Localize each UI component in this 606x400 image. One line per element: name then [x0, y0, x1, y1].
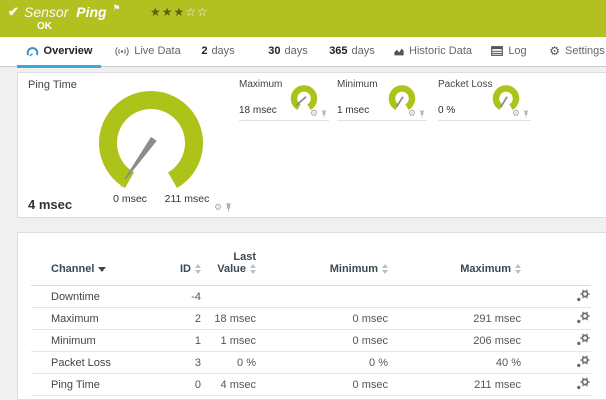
channel-minimum: 0 msec: [256, 374, 388, 396]
flag-icon: ⚑: [112, 3, 120, 13]
mini-gauge-actions: ⚙: [408, 109, 425, 118]
page-title: Sensor Ping ⚑: [24, 3, 121, 20]
channel-table-body: Downtime -4: [31, 286, 591, 396]
bar-chart-icon: [394, 46, 404, 57]
gauge-icon: [26, 46, 39, 57]
table-row: Minimum 1 1 msec 0 msec 206 msec: [31, 330, 591, 352]
priority-stars[interactable]: ★★★☆☆: [150, 5, 209, 19]
tab-365-days[interactable]: 365 days: [322, 37, 382, 65]
channel-id: 0: [161, 374, 201, 396]
column-header-channel[interactable]: Channel: [31, 243, 161, 286]
column-header-actions: [521, 243, 591, 286]
channel-table: Channel ID Last Value Minimum Maximum: [31, 243, 591, 396]
sort-icon: [195, 264, 201, 274]
channel-last-value: 4 msec: [201, 374, 256, 396]
channel-last-value: 0 %: [201, 352, 256, 374]
gauges-panel: Ping Time 0 msec 211 msec 4 msec ⚙ Maxim…: [17, 72, 606, 218]
tab-settings[interactable]: ⚙ Settings: [548, 37, 606, 65]
tab-log[interactable]: Log: [488, 37, 530, 65]
channel-name: Maximum: [31, 308, 161, 330]
tab-live-data[interactable]: Live Data: [112, 37, 184, 65]
tab-bar: Overview Live Data 2 days 30 days 365 da…: [0, 37, 606, 67]
channel-settings-icon[interactable]: [576, 377, 591, 393]
channel-maximum: 40 %: [388, 352, 521, 374]
ping-time-value: 4 msec: [28, 197, 72, 212]
table-row: Packet Loss 3 0 % 0 % 40 %: [31, 352, 591, 374]
gauge-settings-icon[interactable]: ⚙: [408, 109, 416, 118]
channel-id: 2: [161, 308, 201, 330]
channel-maximum: 211 msec: [388, 374, 521, 396]
channel-last-value: [201, 286, 256, 308]
channel-last-value: 18 msec: [201, 308, 256, 330]
pin-icon[interactable]: [225, 203, 232, 212]
table-header-row: Channel ID Last Value Minimum Maximum: [31, 243, 591, 286]
gauge-card-packet-loss: Packet Loss 0 % ⚙: [438, 76, 531, 121]
pin-icon[interactable]: [321, 110, 327, 118]
log-icon: [491, 46, 503, 56]
channel-id: -4: [161, 286, 201, 308]
channel-maximum: 206 msec: [388, 330, 521, 352]
sort-icon: [382, 264, 388, 274]
table-row: Maximum 2 18 msec 0 msec 291 msec: [31, 308, 591, 330]
channels-panel: Channel ID Last Value Minimum Maximum: [17, 232, 606, 400]
sort-desc-icon: [98, 267, 106, 272]
channel-minimum: 0 msec: [256, 308, 388, 330]
gauge-settings-icon[interactable]: ⚙: [512, 109, 520, 118]
channel-minimum: 0 %: [256, 352, 388, 374]
channel-id: 1: [161, 330, 201, 352]
channel-maximum: [388, 286, 521, 308]
ping-time-gauge: [91, 83, 211, 193]
tab-30-days[interactable]: 30 days: [264, 37, 312, 65]
gauge-card-maximum: Maximum 18 msec ⚙: [239, 76, 329, 121]
gear-icon: ⚙: [549, 45, 560, 57]
channel-settings-icon[interactable]: [576, 311, 591, 327]
live-data-icon: [115, 46, 129, 57]
channel-settings-icon[interactable]: [576, 355, 591, 371]
status-badge: OK: [37, 21, 52, 32]
table-row: Downtime -4: [31, 286, 591, 308]
check-icon: ✔: [8, 4, 19, 20]
gauge-settings-icon[interactable]: ⚙: [214, 203, 222, 212]
column-header-id[interactable]: ID: [161, 243, 201, 286]
channel-settings-icon[interactable]: [576, 333, 591, 349]
channel-name: Downtime: [31, 286, 161, 308]
mini-gauge-actions: ⚙: [512, 109, 529, 118]
pin-icon[interactable]: [523, 110, 529, 118]
sort-icon: [515, 264, 521, 274]
main-gauge-actions: ⚙: [214, 203, 232, 212]
channel-name: Packet Loss: [31, 352, 161, 374]
sensor-header: ✔ Sensor Ping ⚑ ★★★☆☆ OK: [0, 0, 606, 37]
channel-name: Minimum: [31, 330, 161, 352]
tab-overview[interactable]: Overview: [17, 37, 101, 68]
channel-minimum: 0 msec: [256, 330, 388, 352]
column-header-minimum[interactable]: Minimum: [256, 243, 388, 286]
channel-maximum: 291 msec: [388, 308, 521, 330]
channel-name: Ping Time: [31, 374, 161, 396]
gauge-settings-icon[interactable]: ⚙: [310, 109, 318, 118]
tab-historic-data[interactable]: Historic Data: [394, 37, 472, 65]
mini-gauge-actions: ⚙: [310, 109, 327, 118]
sort-icon: [250, 264, 256, 274]
column-header-maximum[interactable]: Maximum: [388, 243, 521, 286]
channel-last-value: 1 msec: [201, 330, 256, 352]
gauge-scale-min: 0 msec: [102, 193, 158, 205]
pin-icon[interactable]: [419, 110, 425, 118]
main-gauge-label: Ping Time: [28, 79, 77, 91]
tab-2-days[interactable]: 2 days: [196, 37, 240, 65]
table-row: Ping Time 0 4 msec 0 msec 211 msec: [31, 374, 591, 396]
gauge-card-minimum: Minimum 1 msec ⚙: [337, 76, 427, 121]
channel-id: 3: [161, 352, 201, 374]
sensor-overview-page: ✔ Sensor Ping ⚑ ★★★☆☆ OK Overview: [0, 0, 606, 400]
gauge-scale-max: 211 msec: [158, 193, 216, 205]
column-header-last-value[interactable]: Last Value: [201, 243, 256, 286]
channel-settings-icon[interactable]: [576, 289, 591, 305]
channel-minimum: [256, 286, 388, 308]
